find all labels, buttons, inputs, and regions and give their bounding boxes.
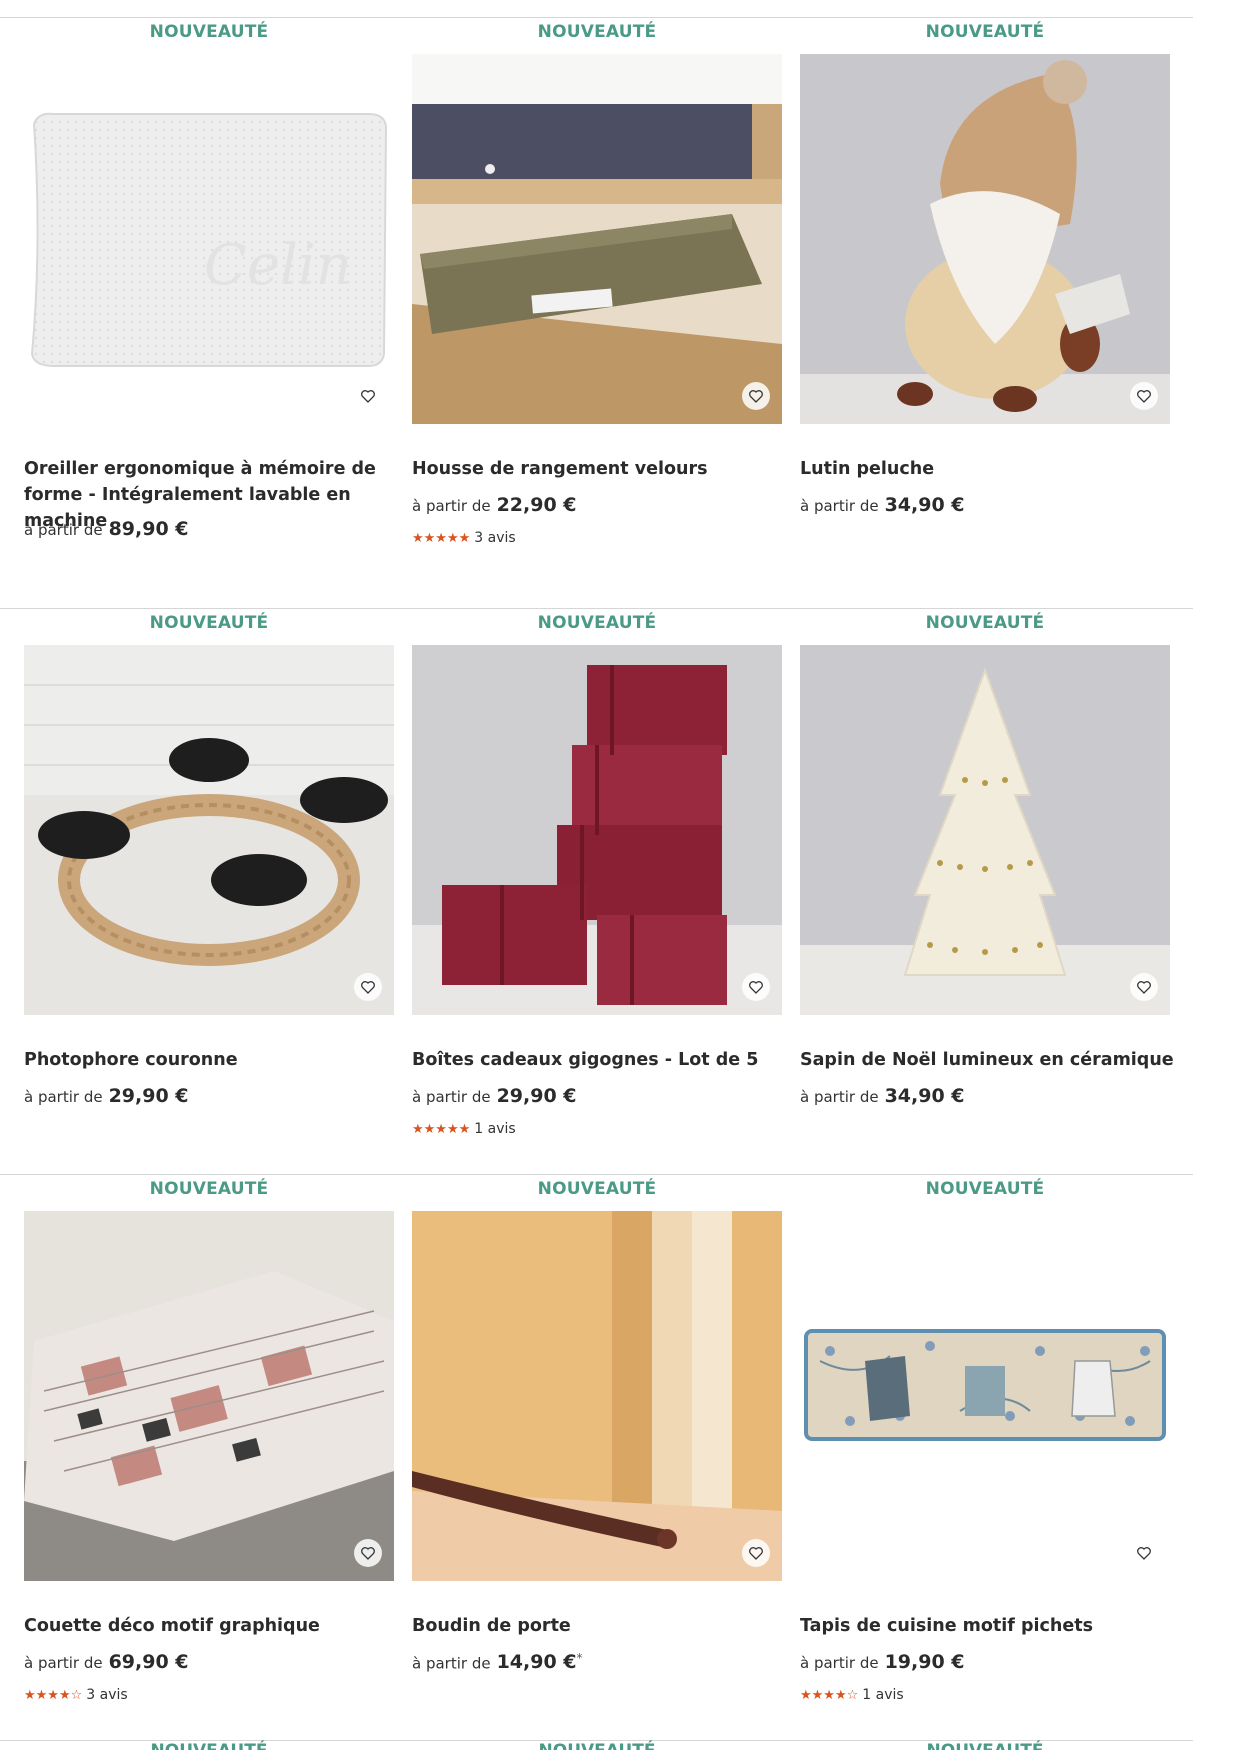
new-badge: NOUVEAUTÉ xyxy=(24,1741,394,1750)
product-price: à partir de 19,90 € xyxy=(800,1651,965,1673)
door-draft-stopper-image[interactable] xyxy=(412,1211,782,1581)
product-rating[interactable]: ★★★★★ 1 avis xyxy=(412,1121,516,1137)
price-prefix: à partir de xyxy=(412,1088,491,1106)
product-price: à partir de 69,90 € xyxy=(24,1651,189,1673)
price-prefix: à partir de xyxy=(800,497,879,515)
heart-icon xyxy=(361,1547,375,1560)
heart-icon xyxy=(361,981,375,994)
price-prefix: à partir de xyxy=(412,497,491,515)
product-title[interactable]: Lutin peluche xyxy=(800,456,1180,482)
heart-icon xyxy=(749,981,763,994)
price-value: 29,90 € xyxy=(496,1085,577,1107)
product-price: à partir de 22,90 € xyxy=(412,494,577,516)
product-title[interactable]: Boudin de porte xyxy=(412,1613,792,1639)
price-value: 19,90 € xyxy=(884,1651,965,1673)
product-rating[interactable]: ★★★★★ 3 avis xyxy=(412,530,516,546)
product-card[interactable]: NOUVEAUTÉ Sapin de Noël lumineux en céra… xyxy=(800,609,1174,1149)
product-price: à partir de 29,90 € xyxy=(412,1085,577,1107)
product-price: à partir de 29,90 € xyxy=(24,1085,189,1107)
product-price: à partir de 34,90 € xyxy=(800,1085,965,1107)
favorite-button[interactable] xyxy=(354,1539,382,1567)
review-count: 1 avis xyxy=(474,1121,516,1137)
gift-boxes-image[interactable] xyxy=(412,645,782,1015)
product-card[interactable]: NOUVEAUTÉ Boîtes cadeaux gigognes - Lot … xyxy=(412,609,782,1149)
favorite-button[interactable] xyxy=(354,382,382,410)
price-footnote-marker: * xyxy=(576,1651,583,1665)
new-badge: NOUVEAUTÉ xyxy=(800,1741,1170,1750)
favorite-button[interactable] xyxy=(742,973,770,1001)
new-badge: NOUVEAUTÉ xyxy=(149,1179,269,1199)
price-prefix: à partir de xyxy=(24,521,103,539)
rating-stars: ★★★★☆ xyxy=(24,1688,83,1703)
product-title[interactable]: Sapin de Noël lumineux en céramique xyxy=(800,1047,1180,1073)
price-value: 34,90 € xyxy=(884,494,965,516)
new-badge: NOUVEAUTÉ xyxy=(925,613,1045,633)
svg-text:Celin: Celin xyxy=(204,233,352,298)
heart-icon xyxy=(1137,390,1151,403)
product-price: à partir de 89,90 € xyxy=(24,518,189,540)
new-badge: NOUVEAUTÉ xyxy=(537,1179,657,1199)
new-badge: NOUVEAUTÉ xyxy=(149,613,269,633)
price-prefix: à partir de xyxy=(800,1088,879,1106)
product-rating[interactable]: ★★★★☆ 1 avis xyxy=(800,1687,904,1703)
new-badge: NOUVEAUTÉ xyxy=(149,22,269,42)
price-value: 69,90 € xyxy=(108,1651,189,1673)
new-badge: NOUVEAUTÉ xyxy=(537,613,657,633)
favorite-button[interactable] xyxy=(742,1539,770,1567)
ceramic-tree-image[interactable] xyxy=(800,645,1170,1015)
price-prefix: à partir de xyxy=(24,1088,103,1106)
favorite-button[interactable] xyxy=(354,973,382,1001)
heart-icon xyxy=(749,390,763,403)
product-price: à partir de 34,90 € xyxy=(800,494,965,516)
product-title[interactable]: Housse de rangement velours xyxy=(412,456,792,482)
price-prefix: à partir de xyxy=(800,1654,879,1672)
storage-bag-image[interactable] xyxy=(412,54,782,424)
favorite-button[interactable] xyxy=(1130,973,1158,1001)
rating-stars: ★★★★★ xyxy=(412,531,471,546)
heart-icon xyxy=(749,1547,763,1560)
rating-stars: ★★★★★ xyxy=(412,1122,471,1137)
favorite-button[interactable] xyxy=(742,382,770,410)
product-card[interactable]: NOUVEAUTÉ Photophore couronne à partir d… xyxy=(24,609,394,1149)
price-prefix: à partir de xyxy=(24,1654,103,1672)
candle-wreath-image[interactable] xyxy=(24,645,394,1015)
product-rating[interactable]: ★★★★☆ 3 avis xyxy=(24,1687,128,1703)
gnome-plush-image[interactable] xyxy=(800,54,1170,424)
review-count: 1 avis xyxy=(862,1687,904,1703)
product-card[interactable]: NOUVEAUTÉ Celin Oreiller ergonomique à m… xyxy=(24,18,394,578)
product-price: à partir de 14,90 €* xyxy=(412,1651,583,1673)
new-badge: NOUVEAUTÉ xyxy=(925,1179,1045,1199)
product-card[interactable]: NOUVEAUTÉ Couette déco motif graphique à… xyxy=(24,1175,394,1715)
product-title[interactable]: Boîtes cadeaux gigognes - Lot de 5 xyxy=(412,1047,792,1073)
product-title[interactable]: Photophore couronne xyxy=(24,1047,404,1073)
product-card[interactable]: NOUVEAUTÉ Boudin de porte à partir de 14,… xyxy=(412,1175,782,1715)
product-title[interactable]: Couette déco motif graphique xyxy=(24,1613,404,1639)
price-value: 89,90 € xyxy=(108,518,189,540)
heart-icon xyxy=(361,390,375,403)
heart-icon xyxy=(1137,1547,1151,1560)
heart-icon xyxy=(1137,981,1151,994)
review-count: 3 avis xyxy=(474,530,516,546)
review-count: 3 avis xyxy=(86,1687,128,1703)
price-value: 22,90 € xyxy=(496,494,577,516)
new-badge: NOUVEAUTÉ xyxy=(537,22,657,42)
new-badge: NOUVEAUTÉ xyxy=(412,1741,782,1750)
duvet-image[interactable] xyxy=(24,1211,394,1581)
product-card[interactable]: NOUVEAUTÉ Tapis de cuisine motif pichets… xyxy=(800,1175,1170,1715)
rating-stars: ★★★★☆ xyxy=(800,1688,859,1703)
product-title[interactable]: Tapis de cuisine motif pichets xyxy=(800,1613,1180,1639)
favorite-button[interactable] xyxy=(1130,382,1158,410)
new-badge: NOUVEAUTÉ xyxy=(925,22,1045,42)
price-value: 29,90 € xyxy=(108,1085,189,1107)
product-card[interactable]: NOUVEAUTÉ Housse de rangement velours à … xyxy=(412,18,782,578)
kitchen-rug-image[interactable] xyxy=(800,1211,1170,1581)
pillow-image[interactable]: Celin xyxy=(24,54,394,424)
price-prefix: à partir de xyxy=(412,1654,491,1673)
price-value: 14,90 € xyxy=(496,1651,577,1674)
price-value: 34,90 € xyxy=(884,1085,965,1107)
favorite-button[interactable] xyxy=(1130,1539,1158,1567)
product-card[interactable]: NOUVEAUTÉ Lutin peluche à partir de 34,90… xyxy=(800,18,1170,578)
